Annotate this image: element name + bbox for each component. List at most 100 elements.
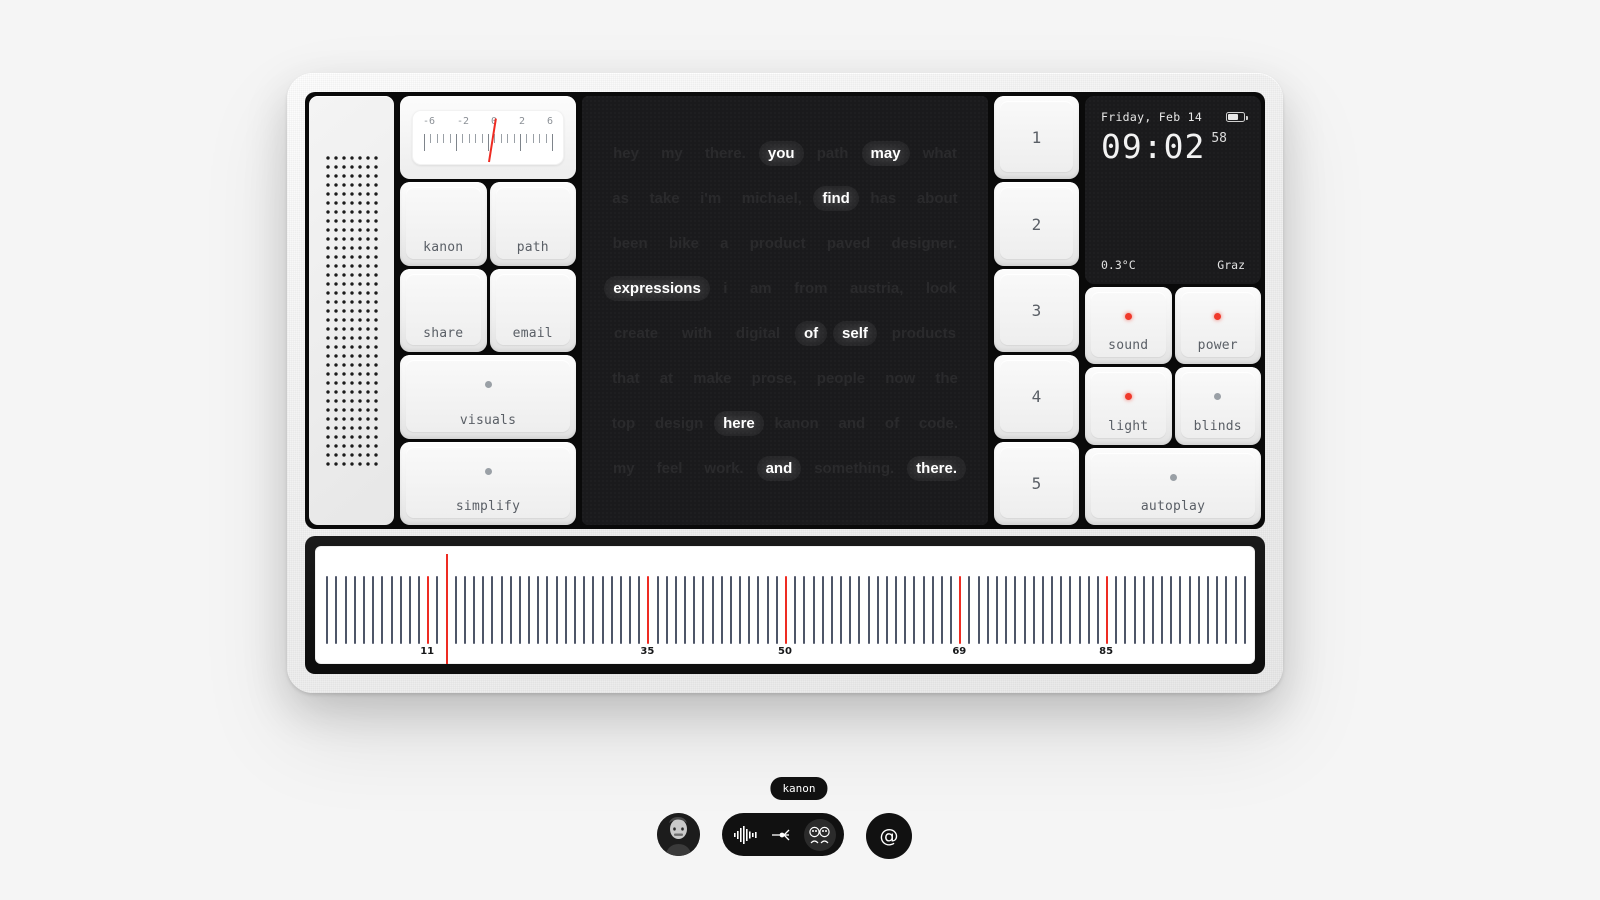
key-email[interactable]: email bbox=[489, 268, 576, 353]
screen: -6 -2 0 2 6 bbox=[0, 0, 1600, 900]
key-label: 1 bbox=[1031, 128, 1042, 148]
word-dim[interactable]: feel bbox=[648, 456, 692, 481]
word-dim[interactable]: from bbox=[785, 276, 836, 301]
word-dim[interactable]: a bbox=[711, 231, 737, 256]
word-dim[interactable]: what bbox=[914, 141, 966, 166]
ruler-tick bbox=[803, 576, 806, 644]
key-number-5[interactable]: 5 bbox=[994, 441, 1079, 526]
word-active[interactable]: expressions bbox=[604, 275, 710, 301]
key-simplify[interactable]: simplify bbox=[400, 441, 576, 526]
word-dim[interactable]: make bbox=[684, 366, 740, 391]
word-dim[interactable]: been bbox=[604, 231, 657, 256]
word-dim[interactable]: take bbox=[641, 186, 689, 211]
word-dim[interactable]: people bbox=[808, 366, 874, 391]
clock-widget[interactable]: Friday, Feb 14 09:02 58 0.3°C Graz bbox=[1085, 96, 1261, 285]
ruler-tick bbox=[399, 576, 402, 644]
word-dim[interactable]: work. bbox=[695, 456, 752, 481]
vu-tick bbox=[475, 134, 477, 144]
vu-tick bbox=[456, 134, 457, 152]
word-dim[interactable]: digital bbox=[727, 321, 789, 346]
ruler-tick bbox=[656, 576, 659, 644]
key-kanon[interactable]: kanon bbox=[400, 182, 487, 266]
word-dim[interactable]: kanon bbox=[766, 411, 828, 436]
key-number-3[interactable]: 3 bbox=[994, 268, 1079, 353]
word-active[interactable]: you bbox=[758, 140, 804, 166]
word-dim[interactable]: the bbox=[926, 366, 967, 391]
word-active[interactable]: self bbox=[833, 320, 877, 346]
key-path[interactable]: path bbox=[489, 182, 576, 266]
key-blinds[interactable]: blinds bbox=[1174, 367, 1261, 445]
word-dim[interactable]: with bbox=[673, 321, 721, 346]
word-active[interactable]: find bbox=[813, 185, 859, 211]
word-dim[interactable]: design bbox=[646, 411, 712, 436]
word-dim[interactable]: something. bbox=[805, 456, 903, 481]
key-share[interactable]: share bbox=[400, 268, 487, 353]
word-dim[interactable]: path bbox=[808, 141, 858, 166]
word-dim[interactable]: designer. bbox=[882, 231, 966, 256]
key-row: simplify bbox=[400, 441, 576, 526]
word-dim[interactable]: code. bbox=[910, 411, 967, 436]
ruler-playhead[interactable] bbox=[445, 554, 448, 664]
word-dim[interactable]: i'm bbox=[691, 186, 730, 211]
word-dim[interactable]: of bbox=[876, 411, 908, 436]
clock-time: 09:02 bbox=[1101, 127, 1206, 166]
word-row: been bike a product paved designer. bbox=[602, 221, 968, 266]
ruler-tick bbox=[546, 576, 549, 644]
vu-meter[interactable]: -6 -2 0 2 6 bbox=[400, 96, 576, 180]
word-dim[interactable]: about bbox=[908, 186, 967, 211]
avatar[interactable] bbox=[657, 813, 700, 856]
word-dim[interactable]: top bbox=[603, 411, 644, 436]
timeline-slider[interactable]: 11 35 50 69 85 bbox=[315, 546, 1255, 664]
word-dim[interactable]: michael, bbox=[733, 186, 811, 211]
word-dim[interactable]: my bbox=[604, 456, 644, 481]
ruler-tick bbox=[491, 576, 494, 644]
word-dim[interactable]: has bbox=[861, 186, 905, 211]
word-dim[interactable]: that bbox=[603, 366, 649, 391]
dock-button-node-fork[interactable] bbox=[767, 819, 799, 851]
word-dim[interactable]: create bbox=[605, 321, 667, 346]
word-dim[interactable]: at bbox=[651, 366, 682, 391]
key-visuals[interactable]: visuals bbox=[400, 355, 576, 439]
word-dim[interactable]: my bbox=[652, 141, 692, 166]
word-dim[interactable]: hey bbox=[604, 141, 648, 166]
word-dim[interactable]: products bbox=[883, 321, 965, 346]
ruler-tick bbox=[867, 576, 870, 644]
dock-button-waveform[interactable] bbox=[730, 819, 762, 851]
word-active[interactable]: of bbox=[794, 320, 828, 346]
key-row: autoplay bbox=[1085, 447, 1261, 525]
word-active[interactable]: may bbox=[861, 140, 910, 166]
word-dim[interactable]: prose, bbox=[743, 366, 806, 391]
word-dim[interactable]: austria, bbox=[841, 276, 912, 301]
ruler-tick bbox=[1170, 576, 1173, 644]
word-active[interactable]: here bbox=[714, 410, 764, 436]
key-sound[interactable]: sound bbox=[1085, 287, 1172, 365]
ruler-tick bbox=[1051, 576, 1054, 644]
word-dim[interactable]: there. bbox=[696, 141, 755, 166]
key-power[interactable]: power bbox=[1174, 287, 1261, 365]
word-dim[interactable]: and bbox=[829, 411, 874, 436]
key-autoplay[interactable]: autoplay bbox=[1085, 447, 1261, 525]
ruler-tick bbox=[885, 576, 888, 644]
word-dim[interactable]: look bbox=[917, 276, 966, 301]
key-number-4[interactable]: 4 bbox=[994, 355, 1079, 439]
word-dim[interactable]: paved bbox=[818, 231, 879, 256]
word-dim[interactable]: product bbox=[741, 231, 815, 256]
ruler-tick bbox=[454, 576, 457, 644]
word-display[interactable]: hey my there. you path may what as take i'm michae… bbox=[582, 96, 988, 525]
word-dim[interactable]: i bbox=[714, 276, 736, 301]
ruler-tick bbox=[895, 576, 898, 644]
key-light[interactable]: light bbox=[1085, 367, 1172, 445]
word-active[interactable]: there. bbox=[907, 455, 967, 481]
key-number-2[interactable]: 2 bbox=[994, 182, 1079, 266]
location-readout: Graz bbox=[1217, 258, 1245, 273]
word-dim[interactable]: as bbox=[603, 186, 638, 211]
word-dim[interactable]: bike bbox=[660, 231, 708, 256]
word-dim[interactable]: now bbox=[876, 366, 924, 391]
dock-button-faces[interactable] bbox=[803, 818, 836, 851]
key-number-1[interactable]: 1 bbox=[994, 96, 1079, 180]
word-dim[interactable]: am bbox=[741, 276, 781, 301]
ruler-tick bbox=[1243, 576, 1246, 644]
status-led-off-icon bbox=[484, 467, 492, 475]
word-active[interactable]: and bbox=[756, 455, 802, 481]
at-button[interactable]: @ bbox=[866, 813, 912, 859]
